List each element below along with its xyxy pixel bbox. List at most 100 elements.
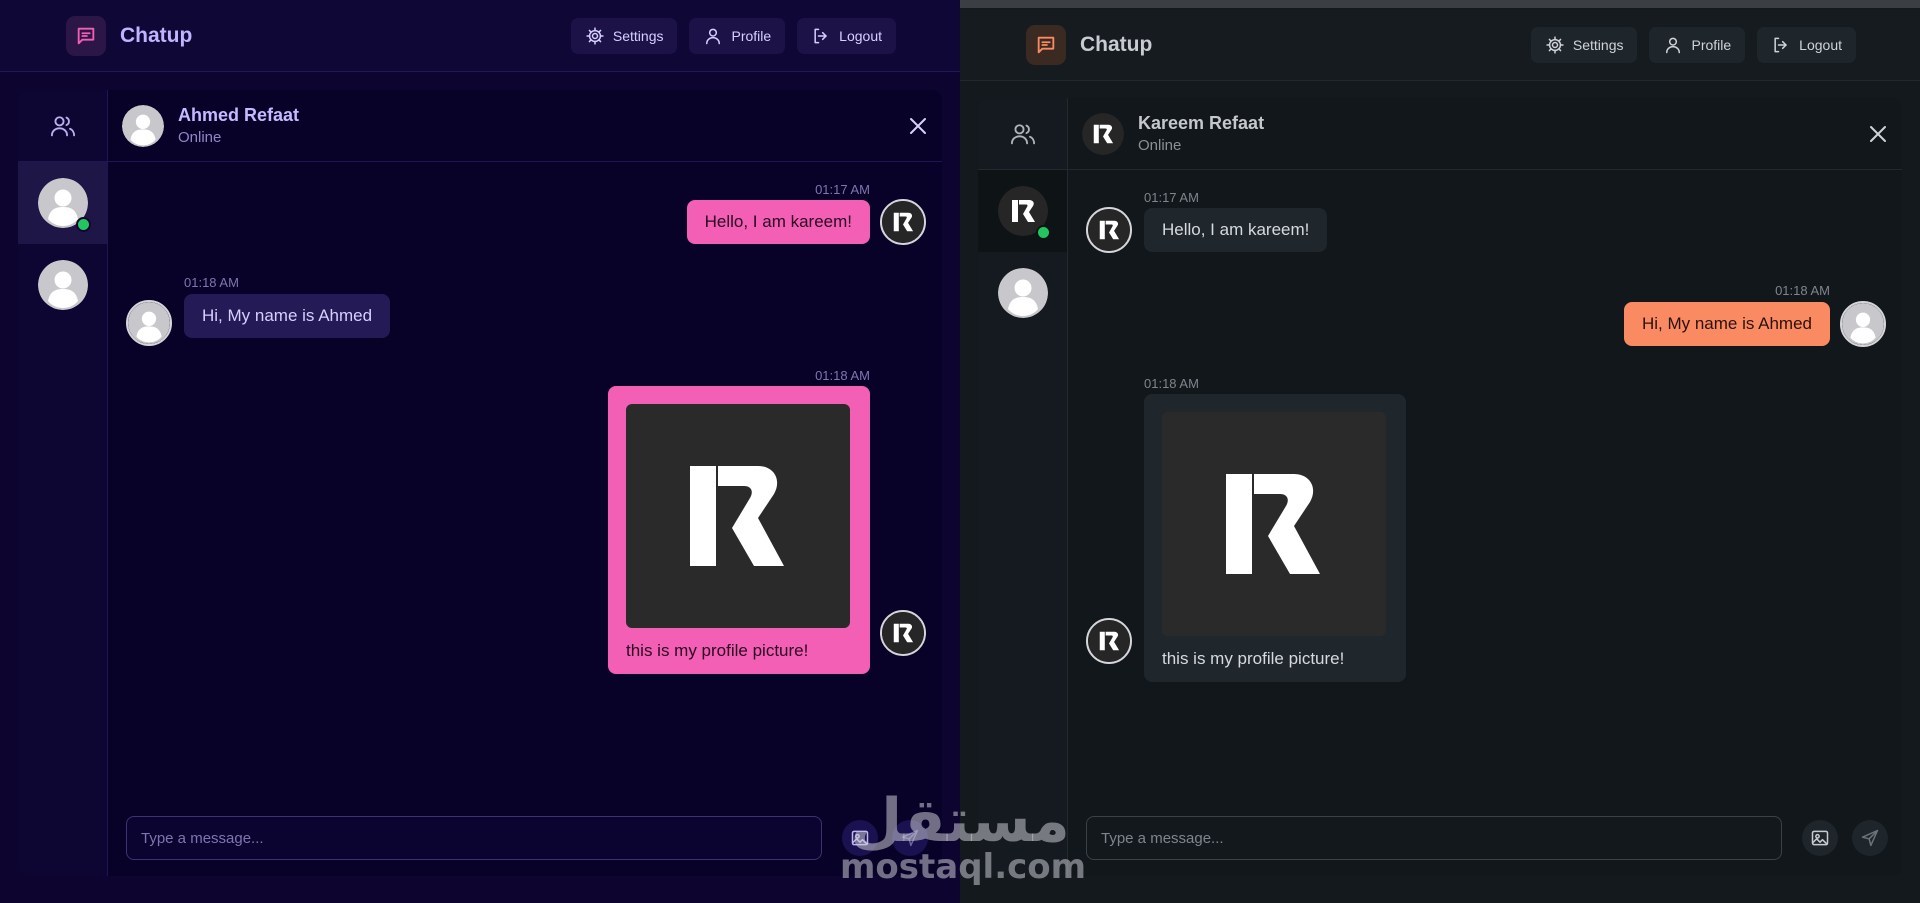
avatar bbox=[126, 300, 172, 346]
close-icon[interactable] bbox=[1866, 122, 1890, 146]
brand[interactable]: Chatup bbox=[1026, 24, 1153, 65]
attach-image-button[interactable] bbox=[842, 820, 878, 856]
message-input[interactable] bbox=[126, 816, 822, 860]
navbar: Chatup Settings Profile Logout bbox=[960, 9, 1920, 81]
settings-label: Settings bbox=[612, 27, 664, 44]
contact-item[interactable] bbox=[18, 244, 107, 326]
chat-header-info: Kareem Refaat Online bbox=[1138, 113, 1264, 154]
message-time: 01:17 AM bbox=[815, 182, 870, 197]
message-bubble: Hello, I am kareem! bbox=[686, 200, 870, 244]
chat-header-info: Ahmed Refaat Online bbox=[178, 105, 299, 146]
shared-image[interactable] bbox=[626, 404, 850, 628]
contact-item-active[interactable] bbox=[18, 162, 107, 244]
message-time: 01:18 AM bbox=[1144, 376, 1199, 391]
settings-button[interactable]: Settings bbox=[570, 17, 678, 54]
message-text: this is my profile picture! bbox=[1162, 649, 1345, 668]
shared-image[interactable] bbox=[1162, 412, 1386, 636]
profile-label: Profile bbox=[731, 27, 772, 44]
contact-item[interactable] bbox=[978, 252, 1067, 334]
kr-logo-image bbox=[1214, 464, 1334, 584]
message-composer bbox=[1068, 800, 1902, 876]
message-bubble: Hi, My name is Ahmed bbox=[1623, 302, 1830, 346]
users-icon bbox=[1010, 123, 1035, 144]
message-item: 01:17 AM Hello, I am kareem! bbox=[1068, 170, 1902, 270]
settings-button[interactable]: Settings bbox=[1530, 26, 1638, 63]
chat-header: Ahmed Refaat Online bbox=[108, 90, 942, 162]
message-time: 01:18 AM bbox=[1775, 283, 1830, 298]
image-message-bubble: this is my profile picture! bbox=[1144, 394, 1406, 682]
users-icon bbox=[50, 115, 75, 136]
message-bubble: Hello, I am kareem! bbox=[1144, 208, 1328, 252]
contact-item-active[interactable] bbox=[978, 170, 1067, 252]
settings-label: Settings bbox=[1572, 36, 1624, 53]
avatar bbox=[1082, 113, 1124, 155]
send-button[interactable] bbox=[1852, 820, 1888, 856]
contact-name: Ahmed Refaat bbox=[178, 105, 300, 125]
message-list: 01:17 AM Hello, I am kareem! 01:18 AM Hi… bbox=[1068, 170, 1902, 800]
avatar bbox=[880, 199, 926, 245]
brand-title: Chatup bbox=[1080, 32, 1153, 56]
message-text: this is my profile picture! bbox=[626, 641, 809, 660]
message-item: 01:18 AM Hi, My name is Ahmed bbox=[1068, 262, 1902, 362]
profile-button[interactable]: Profile bbox=[689, 17, 786, 54]
online-indicator bbox=[76, 217, 91, 232]
avatar bbox=[1086, 618, 1132, 664]
send-button[interactable] bbox=[892, 820, 928, 856]
message-item: 01:18 AM Hi, My name is Ahmed bbox=[108, 254, 942, 354]
message-bubble: Hi, My name is Ahmed bbox=[184, 294, 391, 338]
left-chat-window: Chatup Settings Profile Logout Ahmed Ref… bbox=[0, 0, 960, 903]
message-item: 01:17 AM Hello, I am kareem! bbox=[108, 162, 942, 262]
avatar bbox=[38, 260, 88, 310]
brand-title: Chatup bbox=[120, 23, 193, 47]
close-icon[interactable] bbox=[906, 114, 930, 138]
user-icon bbox=[706, 28, 721, 44]
avatar bbox=[998, 268, 1048, 318]
chat-header: Kareem Refaat Online bbox=[1068, 98, 1902, 170]
send-icon bbox=[1861, 829, 1879, 847]
profile-label: Profile bbox=[1691, 36, 1732, 53]
gear-icon bbox=[1546, 35, 1564, 54]
logout-button[interactable]: Logout bbox=[797, 17, 896, 54]
contacts-header[interactable] bbox=[978, 98, 1067, 170]
message-list: 01:17 AM Hello, I am kareem! 01:18 AM Hi… bbox=[108, 162, 942, 800]
nav-buttons: Settings Profile Logout bbox=[570, 17, 896, 54]
image-message-bubble: this is my profile picture! bbox=[608, 386, 870, 674]
contacts-sidebar bbox=[978, 98, 1068, 876]
message-text: Hi, My name is Ahmed bbox=[1641, 314, 1812, 333]
avatar bbox=[1086, 207, 1132, 253]
contacts-sidebar bbox=[18, 90, 108, 876]
user-icon bbox=[1666, 37, 1681, 53]
gear-icon bbox=[586, 26, 604, 45]
message-time: 01:18 AM bbox=[815, 368, 870, 383]
online-indicator bbox=[1036, 225, 1051, 240]
avatar bbox=[122, 105, 164, 147]
contacts-header[interactable] bbox=[18, 90, 107, 162]
contact-status: Online bbox=[178, 129, 222, 146]
attach-image-button[interactable] bbox=[1802, 820, 1838, 856]
message-text: Hello, I am kareem! bbox=[1162, 220, 1310, 239]
send-icon bbox=[901, 829, 919, 847]
logout-button[interactable]: Logout bbox=[1757, 26, 1856, 63]
message-input[interactable] bbox=[1086, 816, 1782, 860]
contact-name: Kareem Refaat bbox=[1138, 113, 1265, 133]
window-top-strip bbox=[960, 0, 1920, 8]
logout-label: Logout bbox=[839, 27, 882, 44]
image-icon bbox=[1811, 830, 1829, 846]
chat-bubble-icon bbox=[1026, 24, 1066, 65]
message-time: 01:17 AM bbox=[1144, 190, 1199, 205]
nav-buttons: Settings Profile Logout bbox=[1530, 26, 1856, 63]
message-text: Hello, I am kareem! bbox=[704, 212, 852, 231]
brand[interactable]: Chatup bbox=[66, 15, 193, 56]
right-chat-window: Chatup Settings Profile Logout Kareem Re… bbox=[960, 0, 1920, 903]
message-text: Hi, My name is Ahmed bbox=[202, 306, 373, 325]
contact-status: Online bbox=[1138, 137, 1182, 154]
profile-button[interactable]: Profile bbox=[1649, 26, 1746, 63]
image-icon bbox=[851, 830, 869, 846]
message-time: 01:18 AM bbox=[184, 275, 239, 290]
message-item: 01:18 AM this is my profile picture! bbox=[1068, 356, 1902, 682]
kr-logo-image bbox=[678, 456, 798, 576]
message-item: 01:18 AM this is my profile picture! bbox=[108, 348, 942, 674]
chat-card: Kareem Refaat Online 01:17 AM Hello, I a… bbox=[978, 98, 1902, 876]
message-composer bbox=[108, 800, 942, 876]
navbar: Chatup Settings Profile Logout bbox=[0, 0, 960, 72]
